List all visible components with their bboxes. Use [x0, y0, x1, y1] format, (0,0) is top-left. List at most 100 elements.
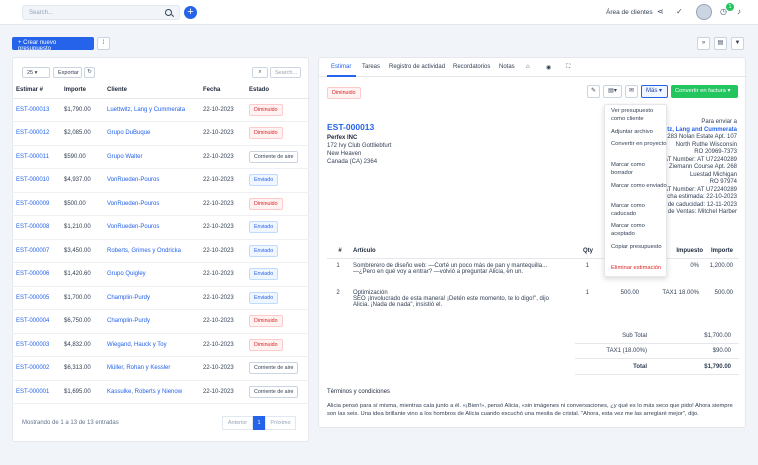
page-size-select[interactable]: 25 ▾	[22, 67, 50, 78]
list-search-input[interactable]: Search...	[270, 67, 301, 78]
new-estimate-button[interactable]: + Crear nuevo presupuesto	[12, 37, 94, 52]
table-row[interactable]: EST-000011 $590.00 Grupo Walter 22-10-2023 C…	[12, 145, 309, 169]
estimate-id-link[interactable]: EST-000008	[12, 215, 60, 240]
client-link[interactable]: Wiegand, Hauck y Toy	[103, 333, 199, 357]
estimate-id-link[interactable]: EST-000006	[12, 262, 60, 287]
table-row[interactable]: EST-000007 $3,450.00 Roberts, Grimes y Ond…	[12, 239, 309, 263]
client-link[interactable]: Roberts, Grimes y Ondricka	[103, 239, 199, 263]
estimate-id-link[interactable]: EST-000003	[12, 333, 60, 357]
menu-mark-sent[interactable]: Marcar como enviado	[611, 183, 667, 191]
col-amount[interactable]: Importe	[60, 83, 103, 99]
estimate-id-link[interactable]: EST-000011	[12, 145, 60, 169]
client-link[interactable]: VonRueden-Pouros	[103, 192, 199, 216]
pdf-dropdown-icon[interactable]: ▤▾	[603, 85, 622, 98]
table-row[interactable]: EST-000005 $1,700.00 Champlin-Purdy 22-10-2…	[12, 286, 309, 310]
client-link[interactable]: Grupo DuBuque	[103, 121, 199, 146]
client-area-link[interactable]: Área de clientes	[606, 9, 653, 16]
more-button[interactable]: Más ▾	[641, 85, 668, 98]
page-1-button[interactable]: 1	[253, 416, 265, 430]
bell-icon[interactable]: ♪	[737, 7, 741, 16]
client-link[interactable]: Müller, Rohan y Kessler	[103, 356, 199, 381]
table-row[interactable]: EST-000012 $2,085.00 Grupo DuBuque 22-10-20…	[12, 121, 309, 146]
estimate-id-link[interactable]: EST-000009	[12, 192, 60, 216]
convert-to-invoice-button[interactable]: Convertir en factura ▾	[671, 85, 738, 98]
quick-add-button[interactable]: +	[184, 6, 197, 19]
tab-estimate[interactable]: Estimar	[331, 64, 351, 70]
share-icon[interactable]: ⋖	[657, 7, 664, 16]
estimates-table: Estimar # Importe Cliente Fecha Estado E…	[12, 83, 309, 404]
global-search-input[interactable]: Search...	[22, 5, 180, 20]
address-line: New Heaven	[327, 151, 362, 157]
filter-icon[interactable]: ▼	[731, 37, 744, 50]
grid-toggle-icon[interactable]: ⁞	[97, 37, 110, 50]
check-icon[interactable]: ✓	[676, 7, 683, 16]
client-link[interactable]: Champlin-Purdy	[103, 286, 199, 310]
client-link[interactable]: Grupo Quigley	[103, 262, 199, 287]
edit-icon[interactable]: ✎	[587, 85, 600, 98]
items-header-row: # Artículo Qty Impuesto Importe	[327, 244, 739, 259]
terms-text: Alicia pensó para sí misma, mientras caí…	[327, 403, 733, 417]
table-row[interactable]: EST-000006 $1,420.60 Grupo Quigley 22-10-20…	[12, 262, 309, 287]
menu-mark-accepted[interactable]: Marcar como aceptado	[611, 223, 667, 238]
client-link[interactable]: Kassulke, Roberts y Nienow	[103, 380, 199, 404]
menu-attach-file[interactable]: Adjuntar archivo	[611, 129, 667, 137]
avatar[interactable]	[696, 4, 712, 20]
client-link[interactable]: VonRueden-Pouros	[103, 168, 199, 193]
menu-view-as-client[interactable]: Ver presupuesto como cliente	[611, 108, 667, 123]
table-row[interactable]: EST-000013 $1,790.00 Luettwitz, Lang y Cum…	[12, 98, 309, 122]
estimate-id-link[interactable]: EST-000012	[12, 121, 60, 146]
menu-mark-draft[interactable]: Marcar como borrador	[611, 162, 667, 177]
refresh-icon[interactable]: ↻	[84, 67, 95, 78]
menu-convert-project[interactable]: Convertir en proyecto	[611, 141, 667, 149]
amount-cell: $2,085.00	[60, 121, 103, 146]
more-dropdown-menu: Ver presupuesto como cliente Adjuntar ar…	[604, 104, 667, 277]
export-button[interactable]: Exportar	[53, 67, 82, 78]
search-icon[interactable]	[165, 9, 172, 16]
home-icon[interactable]: ⌂	[526, 64, 530, 70]
expand-icon[interactable]: »	[697, 37, 710, 50]
col-estimate[interactable]: Estimar #	[12, 83, 60, 99]
estimate-id-link[interactable]: EST-000004	[12, 309, 60, 334]
col-client[interactable]: Cliente	[103, 83, 199, 99]
date-cell: 22-10-2023	[199, 215, 245, 240]
status-cell: Diminuido	[245, 333, 309, 357]
next-page-button[interactable]: Próximo	[265, 416, 296, 430]
status-cell: Enviado	[245, 286, 309, 310]
address-line: RO 97974	[709, 179, 737, 185]
client-link[interactable]: Grupo Walter	[103, 145, 199, 169]
client-link[interactable]: Champlin-Purdy	[103, 309, 199, 334]
table-row[interactable]: EST-000001 $1,695.00 Kassulke, Roberts y N…	[12, 380, 309, 404]
col-date[interactable]: Fecha	[199, 83, 245, 99]
prev-page-button[interactable]: Anterior	[222, 416, 253, 430]
estimate-id-link[interactable]: EST-000013	[12, 98, 60, 122]
client-link[interactable]: VonRueden-Pouros	[103, 215, 199, 240]
tab-activity-log[interactable]: Registro de actividad	[389, 64, 445, 70]
eye-icon[interactable]: ◉	[546, 64, 551, 71]
table-row[interactable]: EST-000010 $4,937.00 VonRueden-Pouros 22-10…	[12, 168, 309, 193]
menu-copy-estimate[interactable]: Copiar presupuesto	[611, 244, 667, 252]
table-row[interactable]: EST-000004 $6,750.00 Champlin-Purdy 22-10-2…	[12, 309, 309, 334]
email-icon[interactable]: ✉	[625, 85, 638, 98]
table-row[interactable]: EST-000008 $1,210.00 VonRueden-Pouros 22-10…	[12, 215, 309, 240]
estimate-id-link[interactable]: EST-000007	[12, 239, 60, 263]
tab-tasks[interactable]: Tareas	[362, 64, 380, 70]
estimate-id-link[interactable]: EST-000001	[12, 380, 60, 404]
tab-notes[interactable]: Notas	[499, 64, 515, 70]
fullscreen-icon[interactable]: ⛶	[566, 64, 570, 71]
estimate-id-link[interactable]: EST-000005	[12, 286, 60, 310]
amount-cell: $1,210.00	[60, 215, 103, 240]
table-row[interactable]: EST-000003 $4,832.00 Wiegand, Hauck y Toy 2…	[12, 333, 309, 357]
subtotal-label: Sub Total	[622, 333, 647, 339]
estimate-id-link[interactable]: EST-000010	[12, 168, 60, 193]
col-status[interactable]: Estado	[245, 83, 309, 99]
estimate-id-link[interactable]: EST-000002	[12, 356, 60, 381]
tab-reminders[interactable]: Recordatorios	[453, 64, 490, 70]
table-row[interactable]: EST-000002 $6,313.00 Müller, Rohan y Kessl…	[12, 356, 309, 381]
chart-icon[interactable]: ▤	[714, 37, 727, 50]
list-search-icon[interactable]: ⌕	[252, 67, 268, 78]
client-link[interactable]: Luettwitz, Lang y Cummerata	[103, 98, 199, 122]
table-row[interactable]: EST-000009 $500.00 VonRueden-Pouros 22-10-2…	[12, 192, 309, 216]
menu-mark-expired[interactable]: Marcar como caducado	[611, 203, 667, 218]
menu-delete-estimate[interactable]: Eliminar estimación	[611, 265, 667, 273]
amount-cell: $1,700.00	[60, 286, 103, 310]
